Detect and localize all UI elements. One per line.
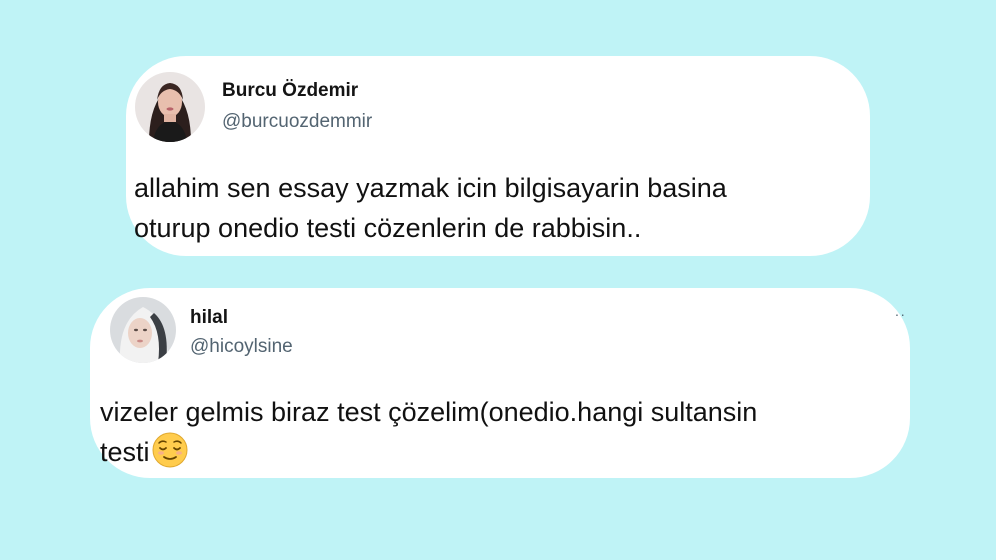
tweet-text-line: testi <box>100 432 910 472</box>
user-handle[interactable]: @hicoylsine <box>190 336 293 358</box>
user-name[interactable]: hilal <box>190 307 228 329</box>
tweet-text: allahim sen essay yazmak icin bilgisayar… <box>134 168 864 248</box>
tweet-text: vizeler gelmis biraz test çözelim(onedio… <box>100 392 910 472</box>
relieved-face-emoji-icon <box>152 432 188 468</box>
profile-photo-icon <box>135 72 205 142</box>
tweet-card[interactable]: Burcu Özdemir @burcuozdemmir allahim sen… <box>126 56 870 256</box>
tweet-card[interactable]: hilal @hicoylsine ·· vizeler gelmis bira… <box>90 288 910 478</box>
tweet-text-line: vizeler gelmis biraz test çözelim(onedio… <box>100 397 758 427</box>
avatar[interactable] <box>110 297 176 363</box>
tweet-text-line: oturup onedio testi cözenlerin de rabbis… <box>134 213 642 243</box>
profile-photo-icon <box>110 297 176 363</box>
user-handle[interactable]: @burcuozdemmir <box>222 111 372 133</box>
user-name[interactable]: Burcu Özdemir <box>222 80 358 102</box>
more-dots-icon[interactable]: ·· <box>895 306 906 322</box>
tweet-text-line: allahim sen essay yazmak icin bilgisayar… <box>134 173 727 203</box>
avatar[interactable] <box>135 72 205 142</box>
